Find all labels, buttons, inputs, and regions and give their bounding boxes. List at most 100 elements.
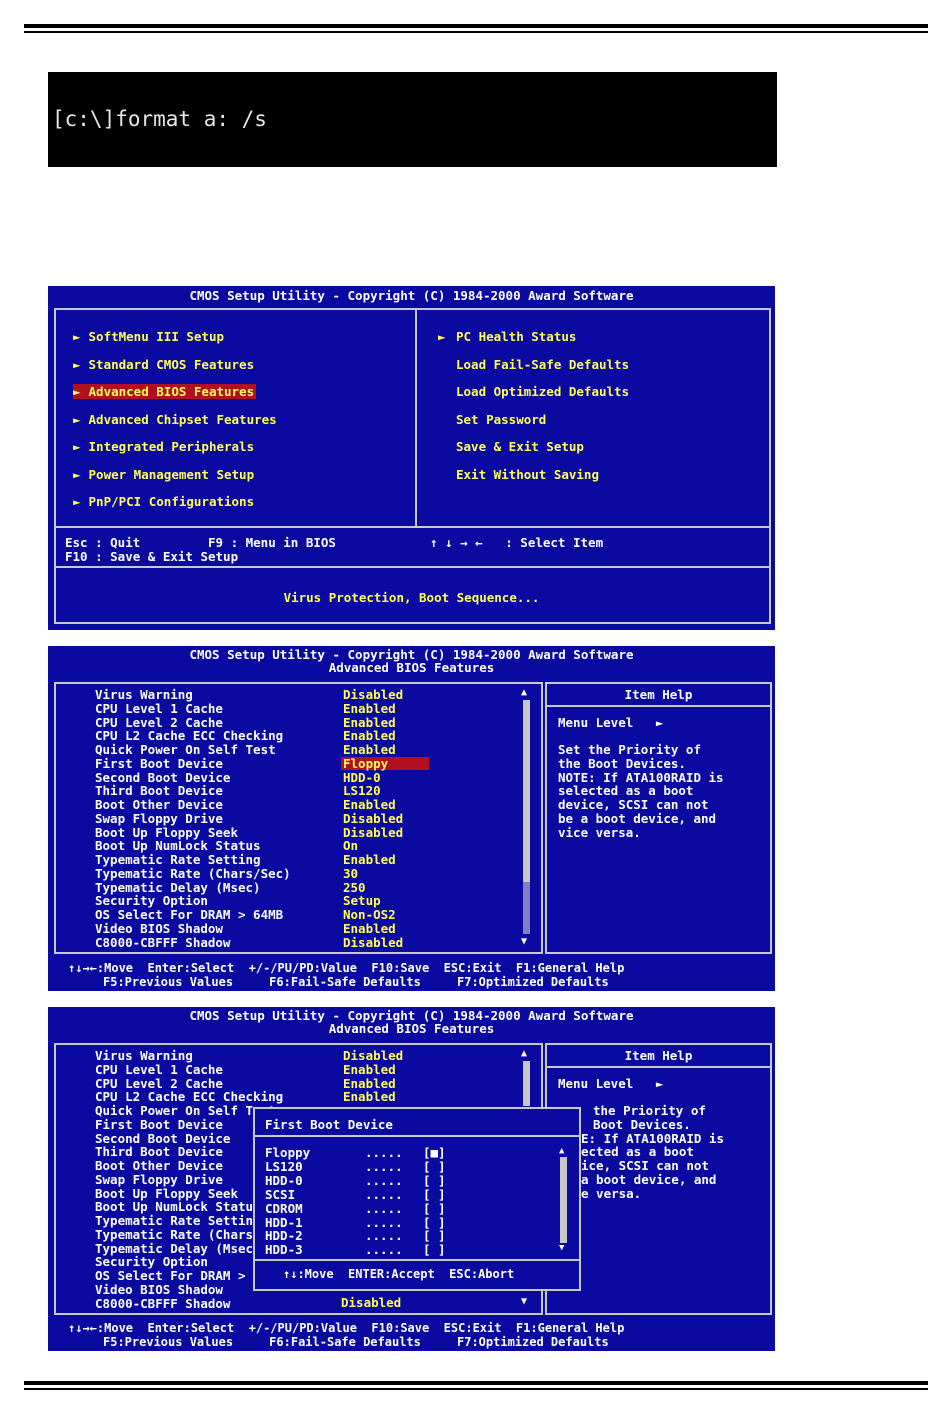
table-row[interactable]: CPU Level 1 Cache Enabled <box>95 702 398 716</box>
menu-item[interactable]: Load Optimized Defaults <box>438 384 629 399</box>
table-row[interactable]: Virus Warning Disabled <box>95 688 405 702</box>
scroll-down-icon[interactable]: ▼ <box>521 1296 527 1307</box>
menu-item[interactable]: ► PnP/PCI Configurations <box>73 494 254 509</box>
scrollbar-thumb[interactable] <box>523 700 530 882</box>
table-row[interactable]: CPU L2 Cache ECC Checking Enabled <box>95 729 398 743</box>
menu-item-label: Integrated Peripherals <box>88 439 255 454</box>
menu-item[interactable]: ► SoftMenu III Setup <box>73 329 224 344</box>
table-row[interactable]: Typematic Delay (Msec) 250 <box>95 879 368 895</box>
popup-option[interactable]: HDD-2..... [ ] <box>265 1228 446 1243</box>
table-row[interactable]: Boot Up NumLock Status On <box>95 839 360 853</box>
key-quit: Esc : Quit <box>65 535 141 550</box>
row-value: 250 <box>343 879 366 895</box>
menu-divider <box>415 309 417 527</box>
popup-scroll-down-icon[interactable]: ▼ <box>559 1243 564 1253</box>
scroll-up-icon[interactable]: ▲ <box>521 687 527 698</box>
popup-option[interactable]: Floppy..... [■] <box>265 1145 446 1160</box>
table-row[interactable]: C8000-CBFFF Shadow Disabled <box>95 934 405 950</box>
table-row[interactable]: First Boot Device Floppy <box>95 757 429 771</box>
option-dots: ..... <box>365 1186 403 1202</box>
popup-scroll-up-icon[interactable]: ▲ <box>559 1146 564 1156</box>
menu-item[interactable]: ► Integrated Peripherals <box>73 439 254 454</box>
menu-item-label: PnP/PCI Configurations <box>88 494 255 509</box>
table-row[interactable]: Boot Up Floppy Seek Disabled <box>95 825 405 840</box>
table-row[interactable]: Third Boot Device LS120 <box>95 784 383 798</box>
row-label: CPU Level 1 Cache <box>95 1061 223 1077</box>
table-row[interactable]: Video BIOS Shadow Enabled <box>95 922 398 936</box>
popup-option[interactable]: CDROM..... [ ] <box>265 1201 446 1216</box>
table-row[interactable]: Virus Warning Disabled <box>95 1049 405 1063</box>
menu-item[interactable]: ► Advanced BIOS Features <box>73 384 257 399</box>
option-dots: ..... <box>365 1214 403 1230</box>
arrow-right-icon: ► <box>73 384 81 399</box>
table-row[interactable]: C8000-CBFFF Shadow <box>95 1296 341 1311</box>
option-dots: ..... <box>365 1158 403 1174</box>
menu-item-label: Set Password <box>456 411 547 427</box>
scroll-down-icon[interactable]: ▼ <box>521 936 527 947</box>
table-row[interactable]: Second Boot Device HDD-0 <box>95 770 383 785</box>
option-name: HDD-2 <box>265 1228 303 1244</box>
menu-item[interactable]: ► Power Management Setup <box>73 467 254 482</box>
table-row[interactable]: CPU L2 Cache ECC Checking Enabled <box>95 1090 398 1104</box>
option-checkbox: [ ] <box>423 1242 446 1258</box>
scroll-up-icon[interactable]: ▲ <box>521 1048 527 1059</box>
menu-keys-separator <box>55 526 770 528</box>
popup-option[interactable]: HDD-0..... [ ] <box>265 1173 446 1188</box>
menu-item-label: Exit Without Saving <box>456 466 599 482</box>
bottom-rule-thin <box>24 1388 928 1390</box>
help-line: ice, SCSI can not <box>581 1158 709 1174</box>
arrow-right-icon: ► <box>73 356 81 372</box>
popup-option[interactable]: LS120..... [ ] <box>265 1159 446 1174</box>
option-dots: ..... <box>365 1145 403 1160</box>
popup-keys-separator <box>255 1259 579 1261</box>
row-value: Enabled <box>343 742 396 757</box>
command-prompt: [c:\]format a: /s <box>48 72 777 167</box>
boot-device-popup[interactable]: First Boot Device Floppy..... [■] LS120...… <box>253 1107 581 1291</box>
table-row[interactable]: Boot Other Device Enabled <box>95 798 398 812</box>
menu-item[interactable]: ► Advanced Chipset Features <box>73 412 277 427</box>
popup-option[interactable]: SCSI..... [ ] <box>265 1187 446 1202</box>
option-checkbox: [ ] <box>423 1186 446 1202</box>
table-row[interactable]: CPU Level 1 Cache Enabled <box>95 1063 398 1077</box>
key-save-exit: F10 : Save & Exit Setup <box>65 549 239 564</box>
popup-scrollbar[interactable] <box>560 1157 567 1243</box>
table-row[interactable]: Typematic Rate (Chars/Sec) 30 <box>95 867 360 881</box>
help-line: e versa. <box>581 1185 642 1201</box>
row-label: CPU L2 Cache ECC Checking <box>95 1089 284 1105</box>
footer-line2: F5:Previous Values F6:Fail-Safe Defaults… <box>103 975 609 989</box>
row-value: Enabled <box>343 1075 396 1091</box>
help-title: Item Help <box>624 1048 693 1063</box>
row-value: Enabled <box>343 920 396 936</box>
menu-item[interactable]: Set Password <box>438 412 546 427</box>
menu-item[interactable]: ► Standard CMOS Features <box>73 357 254 372</box>
footer-line1: ↑↓→←:Move Enter:Select +/-/PU/PD:Value F… <box>68 961 625 975</box>
table-row[interactable]: CPU Level 2 Cache Enabled <box>95 715 398 730</box>
menu-item[interactable]: Exit Without Saving <box>438 467 599 482</box>
row-value: Disabled <box>343 934 404 950</box>
help-line: the Boot Devices. <box>558 755 686 771</box>
option-checkbox: [ ] <box>423 1158 446 1174</box>
row-label: Virus Warning <box>95 687 193 702</box>
table-row[interactable]: Typematic Rate Setting Enabled <box>95 853 398 867</box>
table-row[interactable]: Security Option Setup <box>95 894 383 908</box>
popup-option[interactable]: HDD-1..... [ ] <box>265 1215 446 1230</box>
menu-item[interactable]: ► PC Health Status <box>438 329 576 344</box>
row-label: Typematic Rate (Chars/Sec) <box>95 865 291 881</box>
table-row[interactable]: CPU Level 2 Cache Enabled <box>95 1075 398 1091</box>
table-row[interactable]: Swap Floppy Drive Disabled <box>95 812 405 826</box>
option-name: SCSI <box>265 1186 296 1202</box>
menu-item[interactable]: Save & Exit Setup <box>438 439 584 454</box>
row-label: Virus Warning <box>95 1048 193 1063</box>
option-name: CDROM <box>265 1200 303 1216</box>
row-value: Disabled <box>343 810 404 826</box>
popup-option[interactable]: HDD-3..... [ ] <box>265 1242 446 1257</box>
table-row[interactable]: OS Select For DRAM > 64MB Non-OS2 <box>95 908 398 922</box>
row-value: Enabled <box>343 728 396 744</box>
menu-item[interactable]: Load Fail-Safe Defaults <box>438 357 629 372</box>
row-label: Quick Power On Self Test <box>95 742 276 757</box>
footer-line1: ↑↓→←:Move Enter:Select +/-/PU/PD:Value F… <box>68 1321 625 1335</box>
option-checkbox: [ ] <box>423 1228 446 1244</box>
scrollbar-thumb[interactable] <box>523 1061 530 1106</box>
table-row[interactable]: Quick Power On Self Test Enabled <box>95 743 398 757</box>
help-title-separator <box>546 1066 771 1068</box>
